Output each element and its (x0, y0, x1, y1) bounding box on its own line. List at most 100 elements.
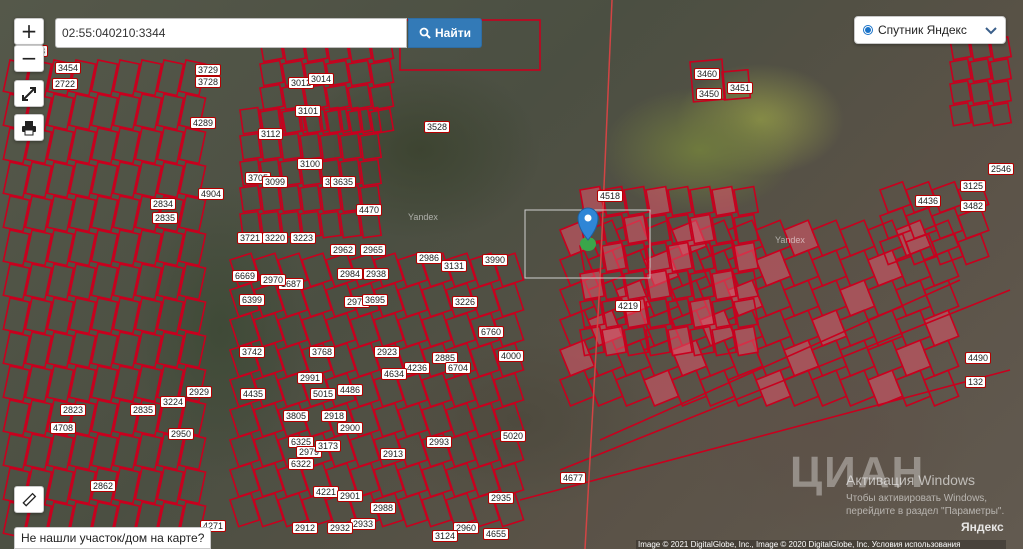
parcel-number-label[interactable]: 2993 (426, 436, 452, 448)
parcel-number-label[interactable]: 6669 (232, 270, 258, 282)
parcel-number-label[interactable]: 5020 (500, 430, 526, 442)
parcel-outline (896, 280, 931, 316)
zoom-in-button[interactable]: + (14, 18, 44, 45)
parcel-number-label[interactable]: 6399 (239, 294, 265, 306)
parcel-number-label[interactable]: 4435 (240, 388, 266, 400)
parcel-number-label[interactable]: 4518 (597, 190, 623, 202)
parcel-outline (446, 403, 476, 436)
parcel-number-label[interactable]: 4436 (915, 195, 941, 207)
parcel-number-label[interactable]: 6322 (288, 458, 314, 470)
parcel-number-label[interactable]: 3990 (482, 254, 508, 266)
parcel-number-label[interactable]: 2722 (52, 78, 78, 90)
fullscreen-button[interactable] (14, 80, 44, 107)
parcel-number-label[interactable]: 3100 (297, 158, 323, 170)
parcel-number-label[interactable]: 3223 (290, 232, 316, 244)
parcel-outline (690, 187, 714, 216)
parcel-number-label[interactable]: 6760 (478, 326, 504, 338)
parcel-number-label[interactable]: 2900 (337, 422, 363, 434)
map-marker-icon[interactable] (578, 208, 598, 251)
parcel-number-label[interactable]: 3014 (308, 73, 334, 85)
satellite-map[interactable]: 3453345427223729372842893112301230143101… (0, 0, 1023, 549)
parcel-number-label[interactable]: 4486 (337, 384, 363, 396)
parcel-number-label[interactable]: 6704 (445, 362, 471, 374)
cadastral-search-input[interactable]: 02:55:040210:3344 (55, 18, 407, 48)
parcel-number-label[interactable]: 3124 (432, 530, 458, 542)
parcel-number-label[interactable]: 3742 (239, 346, 265, 358)
parcel-number-label[interactable]: 4634 (381, 368, 407, 380)
parcel-number-label[interactable]: 132 (965, 376, 986, 388)
search-button[interactable]: Найти (408, 18, 482, 48)
parcel-number-label[interactable]: 2933 (350, 518, 376, 530)
parcel-number-label[interactable]: 3454 (55, 62, 81, 74)
parcel-number-label[interactable]: 3224 (160, 396, 186, 408)
search-icon (419, 27, 431, 39)
parcel-number-label[interactable]: 4221 (313, 486, 339, 498)
parcel-number-label[interactable]: 2918 (321, 410, 347, 422)
parcel-number-label[interactable]: 2986 (416, 252, 442, 264)
parcel-number-label[interactable]: 2546 (988, 163, 1014, 175)
parcel-number-label[interactable]: 4708 (50, 422, 76, 434)
parcel-outline (398, 403, 428, 436)
parcel-number-label[interactable]: 3768 (309, 346, 335, 358)
parcel-number-label[interactable]: 2929 (186, 386, 212, 398)
parcel-outline (422, 463, 452, 496)
parcel-outline (756, 280, 791, 316)
parcel-number-label[interactable]: 4219 (615, 300, 641, 312)
parcel-number-label[interactable]: 4000 (498, 350, 524, 362)
parcel-number-label[interactable]: 4470 (356, 204, 382, 216)
parcel-number-label[interactable]: 2923 (374, 346, 400, 358)
parcel-number-label[interactable]: 3451 (727, 82, 753, 94)
parcel-number-label[interactable]: 2912 (292, 522, 318, 534)
parcel-not-found-link[interactable]: Не нашли участок/дом на карте? (14, 527, 211, 549)
parcel-number-label[interactable]: 2950 (168, 428, 194, 440)
parcel-number-label[interactable]: 3805 (283, 410, 309, 422)
parcel-number-label[interactable]: 2834 (150, 198, 176, 210)
parcel-number-label[interactable]: 2901 (337, 490, 363, 502)
parcel-number-label[interactable]: 3721 (237, 232, 263, 244)
parcel-number-label[interactable]: 3099 (262, 176, 288, 188)
parcel-number-label[interactable]: 4490 (965, 352, 991, 364)
parcel-number-label[interactable]: 3125 (960, 180, 986, 192)
parcel-number-label[interactable]: 3112 (258, 128, 283, 140)
parcel-number-label[interactable]: 2835 (152, 212, 178, 224)
parcel-number-label[interactable]: 3220 (262, 232, 288, 244)
parcel-number-label[interactable]: 3101 (295, 105, 321, 117)
parcel-number-label[interactable]: 3728 (195, 76, 221, 88)
ruler-button[interactable] (14, 486, 44, 513)
parcel-number-label[interactable]: 2984 (337, 268, 363, 280)
parcel-number-label[interactable]: 4655 (483, 528, 509, 540)
parcel-number-label[interactable]: 3460 (694, 68, 720, 80)
parcel-number-label[interactable]: 2962 (330, 244, 356, 256)
parcel-number-label[interactable]: 2991 (297, 372, 323, 384)
print-button[interactable] (14, 114, 44, 141)
parcel-number-label[interactable]: 3226 (452, 296, 478, 308)
parcel-number-label[interactable]: 3482 (960, 200, 986, 212)
parcel-number-label[interactable]: 4677 (560, 472, 586, 484)
parcel-number-label[interactable]: 3695 (362, 294, 388, 306)
zoom-out-button[interactable]: − (14, 45, 44, 72)
parcel-number-label[interactable]: 2932 (327, 522, 353, 534)
parcel-number-label[interactable]: 5015 (310, 388, 336, 400)
parcel-number-label[interactable]: 2938 (363, 268, 389, 280)
parcel-number-label[interactable]: 4289 (190, 117, 216, 129)
parcel-number-label[interactable]: 2935 (488, 492, 514, 504)
parcel-outline (970, 81, 991, 104)
parcel-number-label[interactable]: 4904 (198, 188, 224, 200)
map-layer-select[interactable]: Спутник Яндекс (854, 16, 1006, 44)
parcel-number-label[interactable]: 2913 (380, 448, 406, 460)
parcel-number-label[interactable]: 3729 (195, 64, 221, 76)
parcel-number-label[interactable]: 4236 (404, 362, 430, 374)
parcel-number-label[interactable]: 2965 (360, 244, 386, 256)
parcel-number-label[interactable]: 3635 (330, 176, 356, 188)
parcel-number-label[interactable]: 2970 (260, 274, 286, 286)
parcel-number-label[interactable]: 3131 (441, 260, 467, 272)
parcel-outline (320, 211, 341, 237)
parcel-number-label[interactable]: 2823 (60, 404, 86, 416)
map-copyright[interactable]: Image © 2021 DigitalGlobe, Inc., Image ©… (636, 540, 1006, 549)
parcel-number-label[interactable]: 3173 (315, 440, 341, 452)
parcel-number-label[interactable]: 2988 (370, 502, 396, 514)
parcel-number-label[interactable]: 2862 (90, 480, 116, 492)
parcel-number-label[interactable]: 3450 (696, 88, 722, 100)
parcel-number-label[interactable]: 3528 (424, 121, 450, 133)
parcel-number-label[interactable]: 2835 (130, 404, 156, 416)
